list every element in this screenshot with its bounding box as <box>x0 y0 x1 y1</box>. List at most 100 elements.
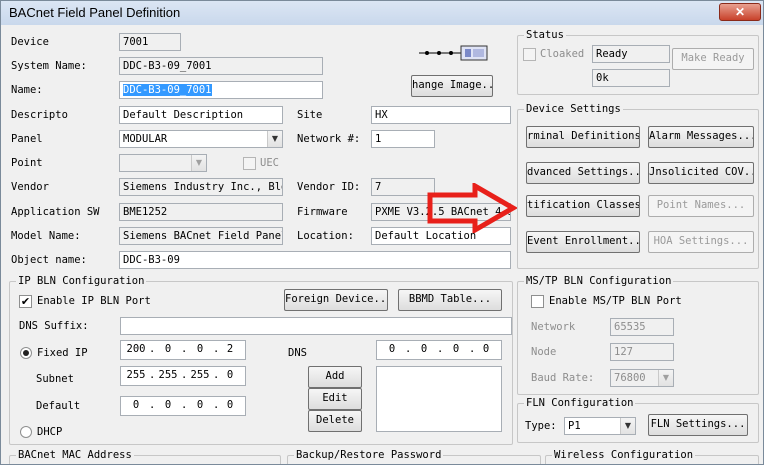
point-label: Point <box>11 157 43 169</box>
baud-rate-dropdown[interactable]: 76800 ▼ <box>610 369 674 387</box>
system-name-label: System Name: <box>11 60 87 72</box>
change-image-button[interactable]: hange Image.. <box>411 75 493 97</box>
ip-octet: 255 <box>158 369 178 381</box>
ip-octet: 0 <box>196 399 204 411</box>
bacnet-mac-caption: BACnet MAC Address <box>16 448 134 462</box>
dns-suffix-label: DNS Suffix: <box>19 320 89 332</box>
device-field[interactable]: 7001 <box>119 33 181 51</box>
application-sw-field[interactable]: BME1252 <box>119 203 283 221</box>
object-name-label: Object name: <box>11 254 87 266</box>
add-button[interactable]: Add <box>308 366 362 388</box>
description-field[interactable]: Default Description <box>119 106 283 124</box>
device-settings-group: Device Settings rminal Definitions. Alar… <box>517 102 759 269</box>
point-dropdown[interactable]: ▼ <box>119 154 207 172</box>
dns-server-list[interactable] <box>376 366 502 432</box>
fln-type-label: Type: <box>525 420 557 432</box>
title-bar: BACnet Field Panel Definition ✕ <box>1 1 763 25</box>
bbmd-table-button[interactable]: BBMD Table... <box>398 289 502 311</box>
point-names-button[interactable]: Point Names... <box>648 195 754 217</box>
wireless-caption: Wireless Configuration <box>552 448 696 462</box>
cloaked-label: Cloaked <box>540 48 585 60</box>
fixed-ip-field[interactable]: 200 . 0 . 0 . 2 <box>120 340 246 360</box>
dns-field[interactable]: 0 . 0 . 0 . 0 <box>376 340 502 360</box>
dns-label: DNS <box>288 347 307 359</box>
device-image-icon <box>415 41 491 65</box>
fixed-ip-label: Fixed IP <box>37 347 88 359</box>
delete-button[interactable]: Delete <box>308 410 362 432</box>
bacnet-mac-address-group: BACnet MAC Address <box>9 448 281 464</box>
panel-label: Panel <box>11 133 43 145</box>
terminal-definitions-button[interactable]: rminal Definitions. <box>526 126 640 148</box>
cloaked-checkbox[interactable] <box>523 48 536 61</box>
fln-configuration-group: FLN Configuration Type: P1 ▼ FLN Setting… <box>517 396 759 443</box>
description-label: Descripto <box>11 109 68 121</box>
alarm-messages-button[interactable]: Alarm Messages... <box>648 126 754 148</box>
model-name-label: Model Name: <box>11 230 81 242</box>
node-label: Node <box>531 346 557 358</box>
close-button[interactable]: ✕ <box>719 3 761 21</box>
vendor-label: Vendor <box>11 181 49 193</box>
dns-suffix-field[interactable] <box>120 317 512 335</box>
panel-dropdown[interactable]: MODULAR ▼ <box>119 130 283 148</box>
uec-label: UEC <box>260 157 279 169</box>
mstp-bln-caption: MS/TP BLN Configuration <box>524 274 674 288</box>
ip-bln-configuration-group: IP BLN Configuration ✔ Enable IP BLN Por… <box>9 274 513 445</box>
red-arrow-annotation-icon <box>427 181 518 235</box>
ip-octet: 0 <box>226 369 234 381</box>
checkmark-icon: ✔ <box>20 295 31 308</box>
notification-classes-button[interactable]: tification Classes. <box>526 195 640 217</box>
ip-octet: 0 <box>420 343 428 355</box>
system-name-field[interactable]: DDC-B3-09_7001 <box>119 57 323 75</box>
chevron-down-icon: ▼ <box>267 131 282 147</box>
object-name-field[interactable]: DDC-B3-09 <box>119 251 511 269</box>
fln-settings-button[interactable]: FLN Settings... <box>648 414 748 436</box>
ip-octet: 0 <box>196 343 204 355</box>
event-enrollment-button[interactable]: Event Enrollment... <box>526 231 640 253</box>
default-gateway-field[interactable]: 0 . 0 . 0 . 0 <box>120 396 246 416</box>
mstp-network-field[interactable]: 65535 <box>610 318 674 336</box>
chevron-down-icon: ▼ <box>658 370 673 386</box>
subnet-field[interactable]: 255 . 255 . 255 . 0 <box>120 366 246 386</box>
mstp-network-label: Network <box>531 321 576 333</box>
application-sw-label: Application SW <box>11 206 100 218</box>
unsolicited-cov-button[interactable]: Jnsolicited COV... <box>648 162 754 184</box>
location-label: Location: <box>297 230 354 242</box>
fln-type-dropdown[interactable]: P1 ▼ <box>564 417 636 435</box>
hoa-settings-button[interactable]: HOA Settings... <box>648 231 754 253</box>
firmware-label: Firmware <box>297 206 348 218</box>
ip-octet: 0 <box>482 343 490 355</box>
wireless-configuration-group: Wireless Configuration <box>545 448 759 464</box>
fixed-ip-radio[interactable] <box>20 347 32 359</box>
foreign-device-button[interactable]: Foreign Device... <box>284 289 388 311</box>
network-field[interactable]: 1 <box>371 130 435 148</box>
advanced-settings-button[interactable]: dvanced Settings.. <box>526 162 640 184</box>
enable-ip-bln-label: Enable IP BLN Port <box>37 295 151 307</box>
name-value: DDC-B3-09_7001 <box>123 84 212 96</box>
site-label: Site <box>297 109 323 121</box>
ip-octet: 0 <box>164 343 172 355</box>
enable-mstp-bln-checkbox[interactable] <box>531 295 544 308</box>
ip-octet: 0 <box>388 343 396 355</box>
uec-checkbox[interactable] <box>243 157 256 170</box>
device-label: Device <box>11 36 49 48</box>
name-field[interactable]: DDC-B3-09_7001 <box>119 81 323 99</box>
chevron-down-icon: ▼ <box>191 155 206 171</box>
ip-octet: 0 <box>132 399 140 411</box>
make-ready-button[interactable]: Make Ready <box>672 48 754 70</box>
enable-ip-bln-checkbox[interactable]: ✔ <box>19 295 32 308</box>
ip-bln-caption: IP BLN Configuration <box>16 274 147 288</box>
edit-button[interactable]: Edit <box>308 388 362 410</box>
subnet-label: Subnet <box>36 373 74 385</box>
vendor-field[interactable]: Siemens Industry Inc., Bldg <box>119 178 283 196</box>
site-field[interactable]: HX <box>371 106 511 124</box>
node-field[interactable]: 127 <box>610 343 674 361</box>
ok-status-field: 0k <box>592 69 670 87</box>
network-label: Network #: <box>297 133 361 145</box>
vendor-id-field[interactable]: 7 <box>371 178 435 196</box>
dhcp-radio[interactable] <box>20 426 32 438</box>
fln-caption: FLN Configuration <box>524 396 636 410</box>
vendor-id-label: Vendor ID: <box>297 181 361 193</box>
baud-rate-value: 76800 <box>614 372 646 384</box>
model-name-field[interactable]: Siemens BACnet Field Panel <box>119 227 283 245</box>
bacnet-field-panel-window: BACnet Field Panel Definition ✕ Device 7… <box>0 0 764 465</box>
